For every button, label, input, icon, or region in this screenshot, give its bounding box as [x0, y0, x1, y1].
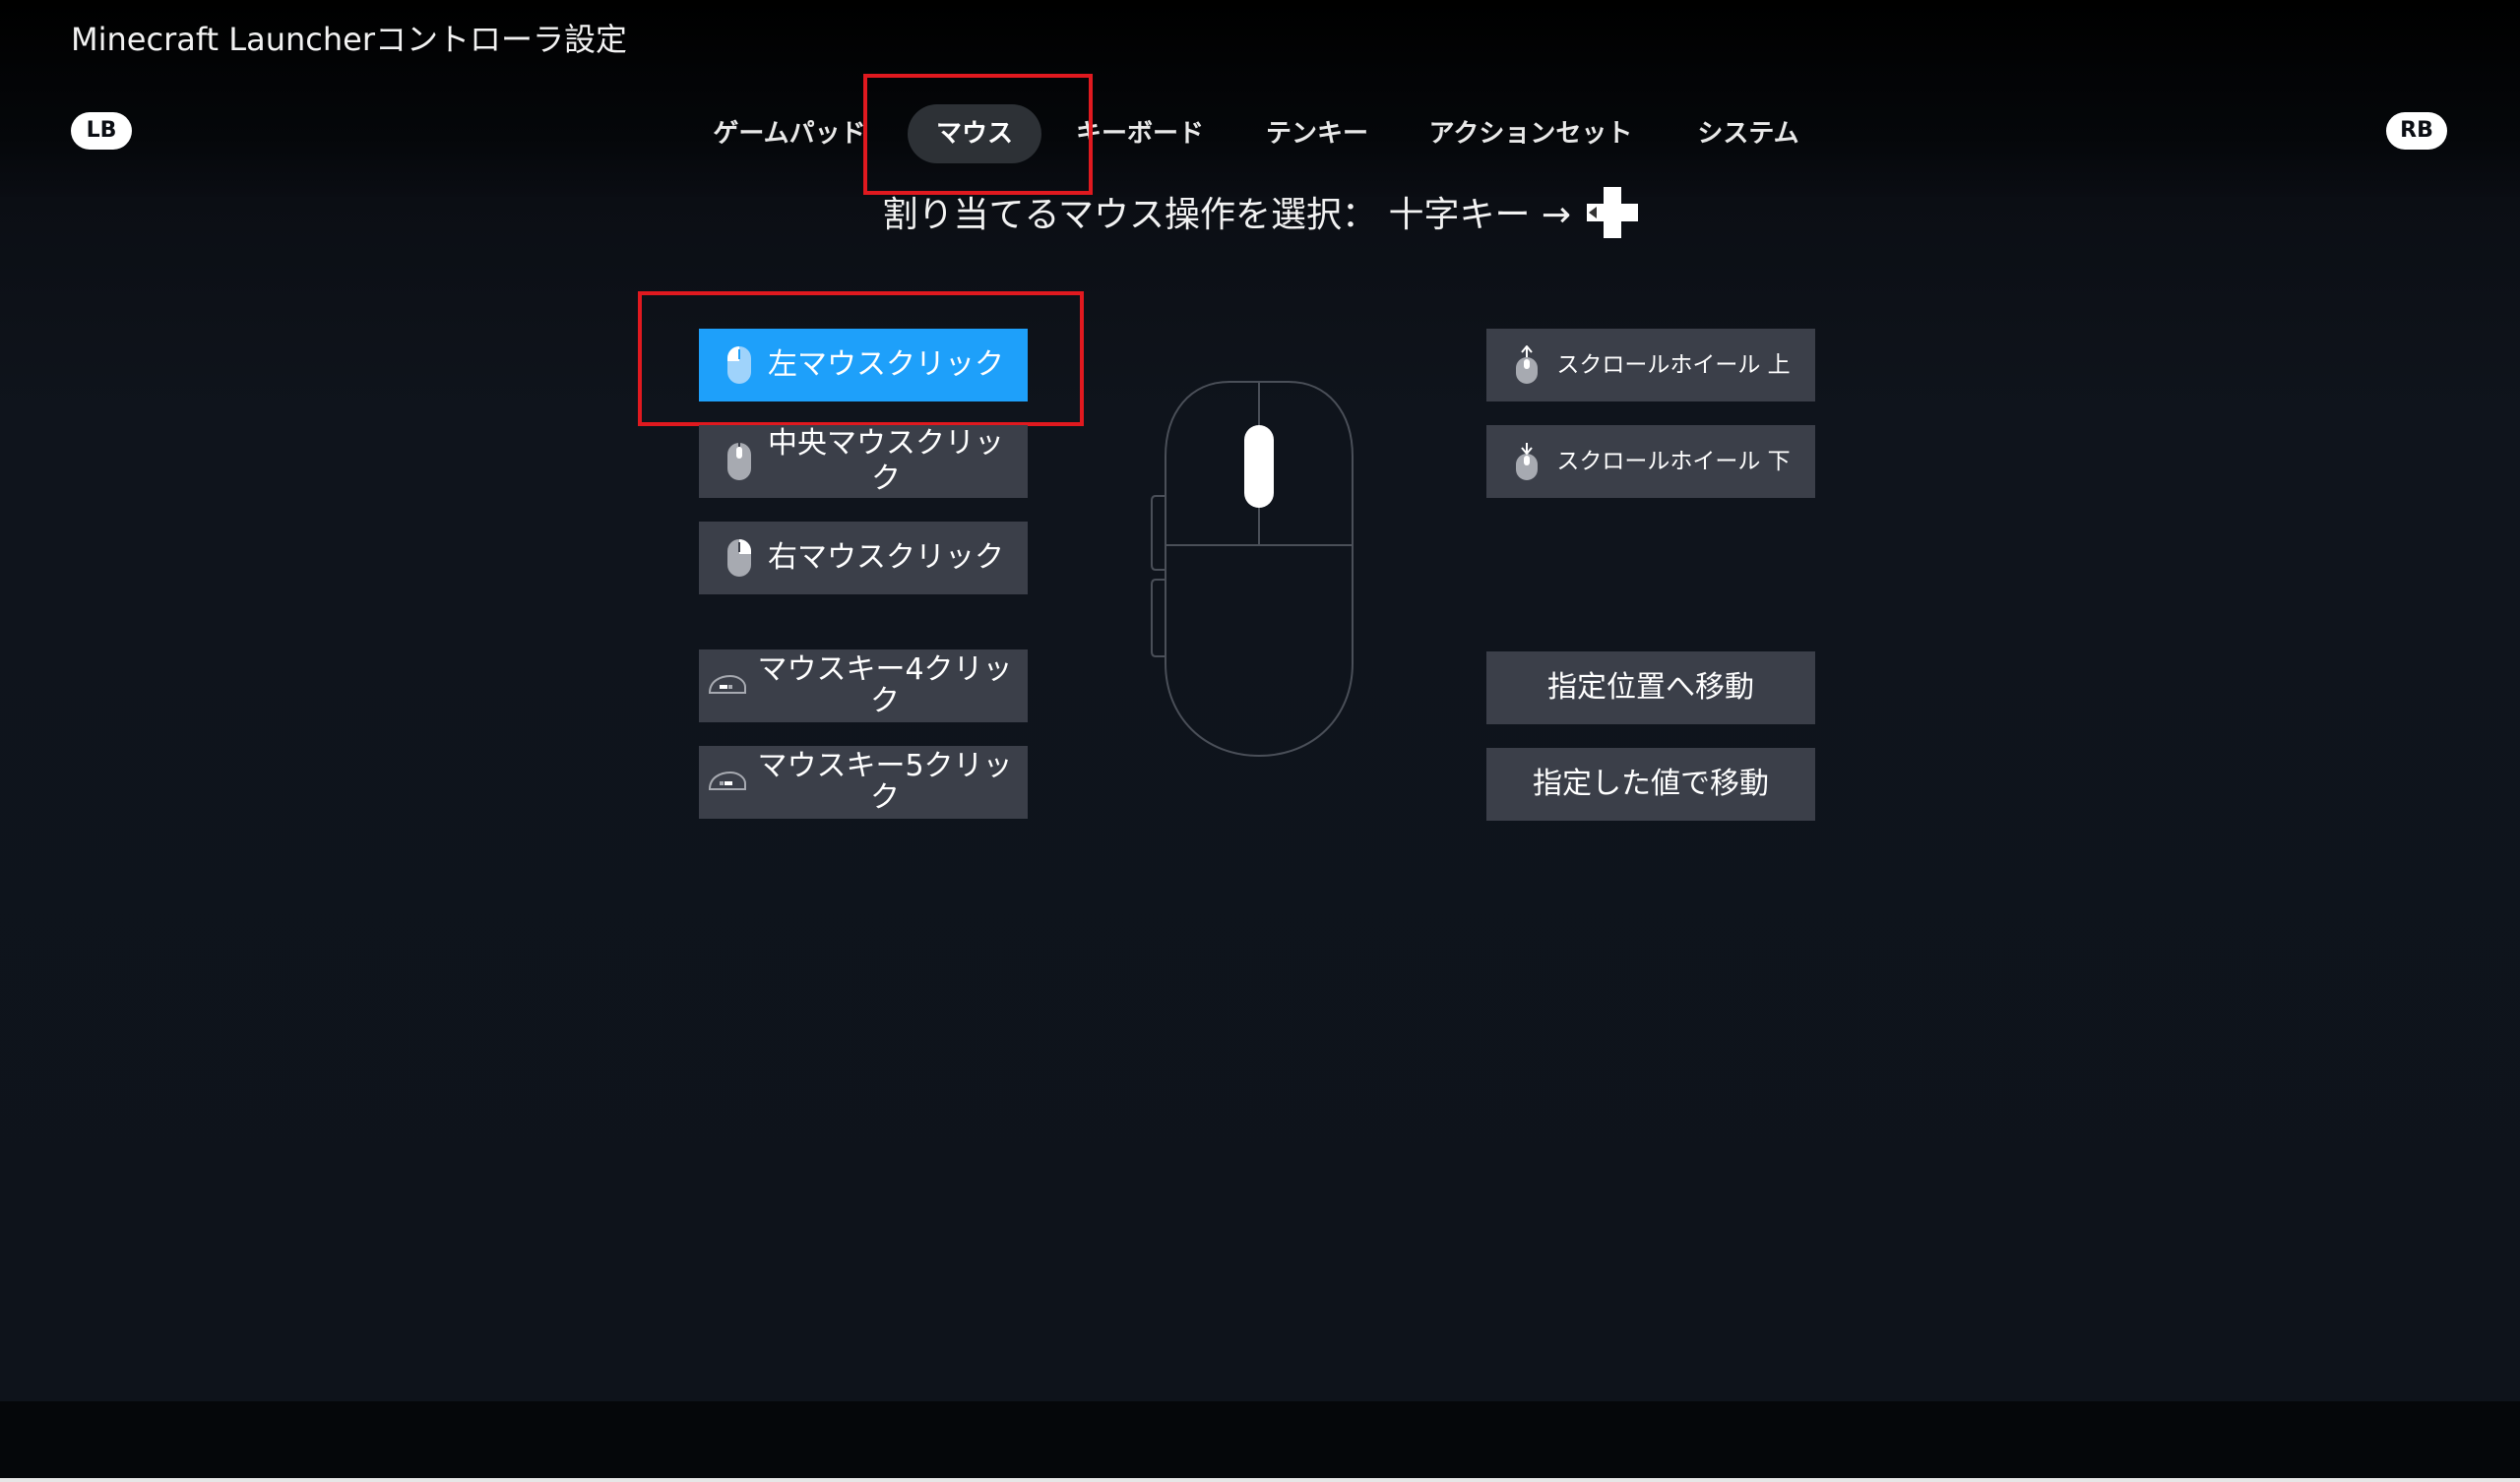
window-bottom-edge [0, 1478, 2520, 1482]
mouse-diagram-icon [1151, 381, 1354, 758]
right-mouse-click-button[interactable]: 右マウスクリック [699, 522, 1028, 594]
move-by-value-button[interactable]: 指定した値で移動 [1486, 748, 1815, 821]
tab-mouse[interactable]: マウス [908, 104, 1041, 163]
left-mouse-click-button[interactable]: 左マウスクリック [699, 329, 1028, 401]
tab-action-set[interactable]: アクションセット [1427, 104, 1634, 163]
dpad-icon [1586, 187, 1638, 238]
button-label: スクロールホイール 下 [1556, 449, 1791, 474]
button-label: 指定した値で移動 [1533, 767, 1769, 801]
assign-prompt: 割り当てるマウス操作を選択： 十字キー → [0, 187, 2520, 243]
mouse-left-click-icon [727, 346, 751, 384]
mouse-side-button-icon [708, 674, 746, 694]
mouse-right-click-icon [727, 539, 751, 577]
tab-numpad[interactable]: テンキー [1260, 104, 1374, 163]
window-title: Minecraft Launcherコントローラ設定 [71, 21, 627, 58]
button-label: 指定位置へ移動 [1547, 670, 1754, 705]
move-to-position-button[interactable]: 指定位置へ移動 [1486, 651, 1815, 724]
scroll-wheel-down-button[interactable]: スクロールホイール 下 [1486, 425, 1815, 498]
mouse-key-5-click-button[interactable]: マウスキー5クリック [699, 746, 1028, 819]
tab-system[interactable]: システム [1689, 104, 1807, 163]
controller-settings-window: Minecraft Launcherコントローラ設定 LB RB ゲームパッド … [0, 0, 2520, 1482]
button-label: スクロールホイール 上 [1556, 352, 1791, 378]
footer-bar [0, 1401, 2520, 1478]
scroll-up-icon [1516, 345, 1538, 384]
tab-gamepad[interactable]: ゲームパッド [711, 104, 868, 163]
tab-bar: ゲームパッド マウス キーボード テンキー アクションセット システム [0, 104, 2520, 163]
mouse-key-4-click-button[interactable]: マウスキー4クリック [699, 649, 1028, 722]
button-label: 中央マウスクリック [768, 426, 1004, 496]
prompt-text: 割り当てるマウス操作を選択： 十字キー → [882, 195, 1572, 235]
scroll-down-icon [1516, 443, 1538, 480]
mouse-side-button-icon [708, 771, 746, 790]
tab-keyboard[interactable]: キーボード [1073, 104, 1207, 163]
button-label: マウスキー4クリック [757, 652, 1013, 718]
mouse-middle-click-icon [727, 443, 751, 480]
middle-mouse-click-button[interactable]: 中央マウスクリック [699, 425, 1028, 498]
button-label: マウスキー5クリック [757, 749, 1013, 815]
header-bar: Minecraft Launcherコントローラ設定 LB RB ゲームパッド … [0, 0, 2520, 197]
scroll-wheel-up-button[interactable]: スクロールホイール 上 [1486, 329, 1815, 401]
button-label: 左マウスクリック [768, 347, 1004, 382]
button-label: 右マウスクリック [768, 540, 1004, 575]
